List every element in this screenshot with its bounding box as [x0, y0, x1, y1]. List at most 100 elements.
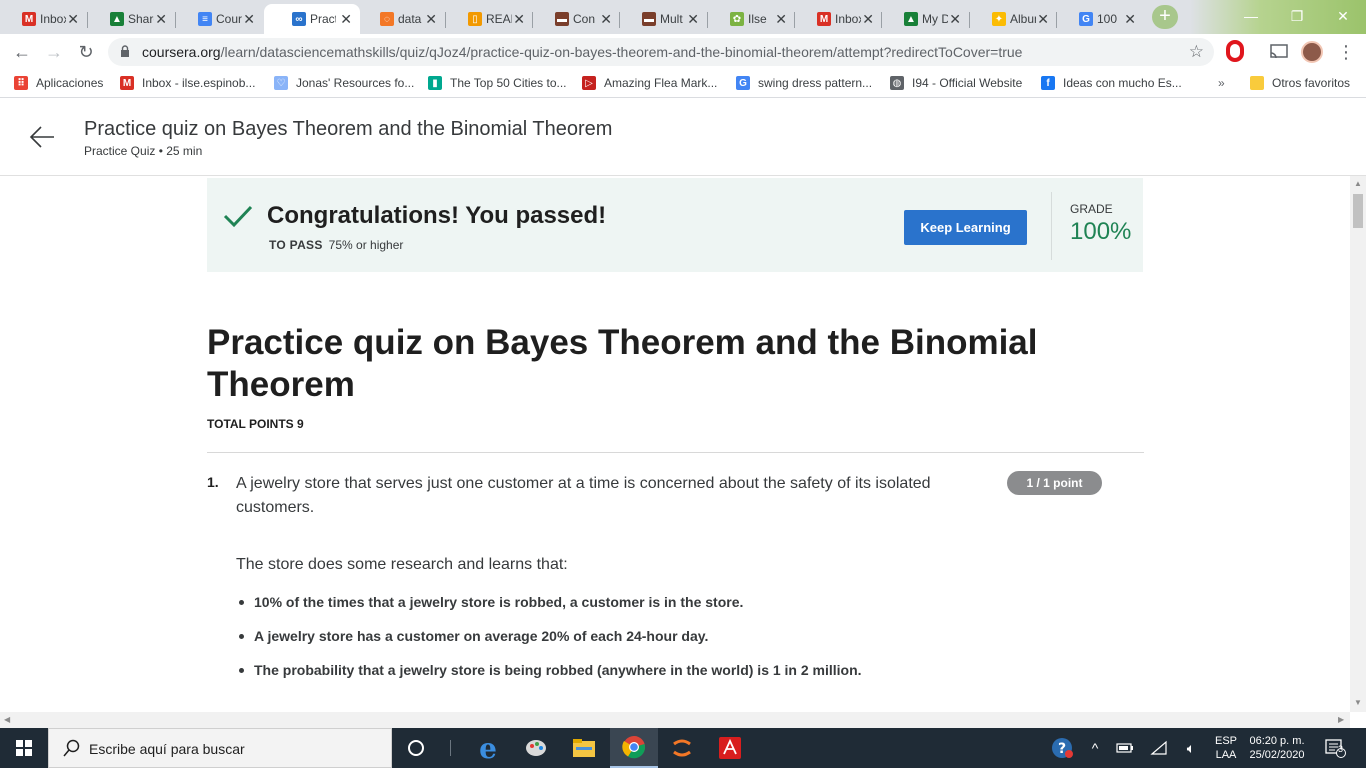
tab-title: 100	[1097, 12, 1118, 26]
bookmark-label: Jonas' Resources fo...	[296, 76, 415, 90]
close-tab-icon[interactable]: ✕	[775, 11, 787, 28]
help-tray-icon[interactable]: ?	[1046, 728, 1078, 768]
scroll-down-icon[interactable]: ▼	[1354, 698, 1362, 707]
clock[interactable]: 06:20 p. m. 25/02/2020	[1244, 728, 1310, 768]
scroll-left-icon[interactable]: ◀	[4, 715, 10, 724]
close-tab-icon[interactable]: ✕	[513, 11, 525, 28]
browser-tab[interactable]: ✦ Album✕	[970, 4, 1057, 34]
vertical-scrollbar[interactable]: ▲ ▼	[1350, 176, 1366, 712]
browser-tab[interactable]: ▬ Mult ✕	[620, 4, 707, 34]
close-tab-icon[interactable]: ✕	[425, 11, 437, 28]
browser-tab[interactable]: ▬ Con ✕	[533, 4, 620, 34]
bookmark-item[interactable]: ♡ Jonas' Resources fo...	[274, 76, 414, 90]
menu-kebab-icon[interactable]: ⋮	[1334, 40, 1358, 64]
minimize-button[interactable]: —	[1228, 0, 1274, 32]
tab-title: Inbox	[40, 12, 66, 26]
bookmark-item[interactable]: f Ideas con mucho Es...	[1041, 76, 1182, 90]
close-tab-icon[interactable]: ✕	[67, 11, 79, 28]
browser-tab[interactable]: ◌ data ✕	[358, 4, 445, 34]
opera-extension-icon[interactable]	[1226, 40, 1244, 62]
scroll-up-icon[interactable]: ▲	[1354, 179, 1362, 188]
google-icon: G	[1079, 12, 1093, 26]
edge-icon[interactable]: e	[464, 728, 512, 768]
back-arrow-icon[interactable]	[28, 125, 56, 149]
bookmark-label: Inbox - ilse.espinob...	[142, 76, 256, 90]
bookmark-label: I94 - Official Website	[912, 76, 1023, 90]
bookmarks-overflow-button[interactable]: »	[1218, 76, 1225, 90]
cortana-icon[interactable]	[392, 728, 440, 768]
bookmark-item[interactable]: ⠿ Aplicaciones	[14, 76, 103, 90]
tab-strip: + — ❐ ✕ MInbox✕▲Shared✕≡Course✕∞Practice…	[0, 0, 1366, 34]
header-title: Practice quiz on Bayes Theorem and the B…	[84, 118, 613, 140]
taskbar-search-input[interactable]: Escribe aquí para buscar	[48, 728, 392, 768]
scrollbar-thumb[interactable]	[1353, 194, 1363, 228]
profile-avatar[interactable]	[1301, 41, 1323, 63]
bookmark-item[interactable]: Gswing dress pattern...	[736, 76, 872, 90]
leaf-icon: ✿	[730, 12, 744, 26]
browser-tab[interactable]: M Inbox✕	[0, 4, 87, 34]
close-tab-icon[interactable]: ✕	[687, 11, 699, 28]
passed-banner: Congratulations! You passed! TO PASS 75% …	[207, 178, 1143, 272]
bookmark-item[interactable]: ▷ Amazing Flea Mark...	[582, 76, 717, 90]
paint-icon[interactable]	[512, 728, 560, 768]
browser-tab[interactable]: ✿ Ilse ✕	[708, 4, 795, 34]
browser-tab[interactable]: ≡ Course✕	[176, 4, 263, 34]
horizontal-scrollbar[interactable]: ◀ ▶	[0, 712, 1350, 728]
quiz-header: Practice quiz on Bayes Theorem and the B…	[0, 99, 1366, 176]
close-tab-icon[interactable]: ✕	[155, 11, 167, 28]
gmail-icon: M	[120, 76, 134, 90]
chrome-icon[interactable]	[610, 728, 658, 768]
to-pass-info: TO PASS 75% or higher	[269, 238, 403, 252]
bookmark-star-icon[interactable]: ☆	[1189, 42, 1204, 62]
bookmark-label: Ideas con mucho Es...	[1063, 76, 1182, 90]
close-window-button[interactable]: ✕	[1320, 0, 1366, 32]
browser-tab[interactable]: ∞ Practice ✕	[264, 4, 360, 34]
bookmark-item[interactable]: ▮ The Top 50 Cities to...	[428, 76, 567, 90]
header-subtitle: Practice Quiz • 25 min	[84, 144, 203, 158]
svg-text:?: ?	[1058, 741, 1066, 757]
close-tab-icon[interactable]: ✕	[1124, 11, 1136, 28]
close-tab-icon[interactable]: ✕	[1037, 11, 1049, 28]
browser-tab[interactable]: ▲ My Drive✕	[882, 4, 969, 34]
new-tab-button[interactable]: +	[1152, 5, 1178, 29]
jupyter-app-icon[interactable]	[658, 728, 706, 768]
reload-icon[interactable]: ↻	[74, 40, 98, 64]
close-tab-icon[interactable]: ✕	[600, 11, 612, 28]
browser-tab[interactable]: M Inbox✕	[795, 4, 882, 34]
close-tab-icon[interactable]: ✕	[243, 11, 255, 28]
notifications-icon[interactable]: 3	[1318, 728, 1352, 768]
volume-icon[interactable]: 🔈︎	[1178, 728, 1204, 768]
tab-title: Shared	[128, 12, 154, 26]
tab-title: Practice	[310, 12, 336, 26]
chevron-up-icon[interactable]: ^	[1084, 728, 1106, 768]
browser-tab[interactable]: G 100 ✕	[1057, 4, 1144, 34]
windows-start-icon[interactable]	[0, 728, 48, 768]
drive-icon: ▲	[904, 12, 918, 26]
close-tab-icon[interactable]: ✕	[949, 11, 961, 28]
browser-tab[interactable]: ▯ README✕	[446, 4, 533, 34]
close-tab-icon[interactable]: ✕	[862, 11, 874, 28]
apps-grid-icon: ⠿	[14, 76, 28, 90]
file-explorer-icon[interactable]	[560, 728, 608, 768]
keep-learning-button[interactable]: Keep Learning	[904, 210, 1027, 245]
language-indicator[interactable]: ESP LAA	[1208, 728, 1244, 768]
windows-taskbar: Escribe aquí para buscar e ? ^ 🔈︎ ESP LA…	[0, 728, 1366, 768]
other-bookmarks-folder[interactable]: Otros favoritos	[1250, 76, 1350, 90]
close-tab-icon[interactable]: ✕	[340, 11, 352, 28]
total-points: TOTAL POINTS 9	[207, 417, 304, 431]
section-divider	[207, 452, 1144, 453]
bookmark-item[interactable]: M Inbox - ilse.espinob...	[120, 76, 255, 90]
maximize-button[interactable]: ❐	[1274, 0, 1320, 32]
list-item: A jewelry store has a customer on averag…	[236, 626, 1036, 660]
browser-tab[interactable]: ▲ Shared✕	[88, 4, 175, 34]
forward-icon[interactable]: →	[42, 40, 66, 64]
wifi-icon[interactable]	[1146, 728, 1172, 768]
question-number: 1.	[207, 474, 219, 490]
scroll-right-icon[interactable]: ▶	[1338, 715, 1344, 724]
cast-icon[interactable]	[1270, 44, 1288, 60]
address-bar[interactable]: coursera.org/learn/datasciencemathskills…	[108, 38, 1214, 66]
back-icon[interactable]: ←	[10, 40, 34, 64]
acrobat-icon[interactable]	[706, 728, 754, 768]
bookmark-item[interactable]: ◍ I94 - Official Website	[890, 76, 1022, 90]
battery-icon[interactable]	[1112, 728, 1138, 768]
